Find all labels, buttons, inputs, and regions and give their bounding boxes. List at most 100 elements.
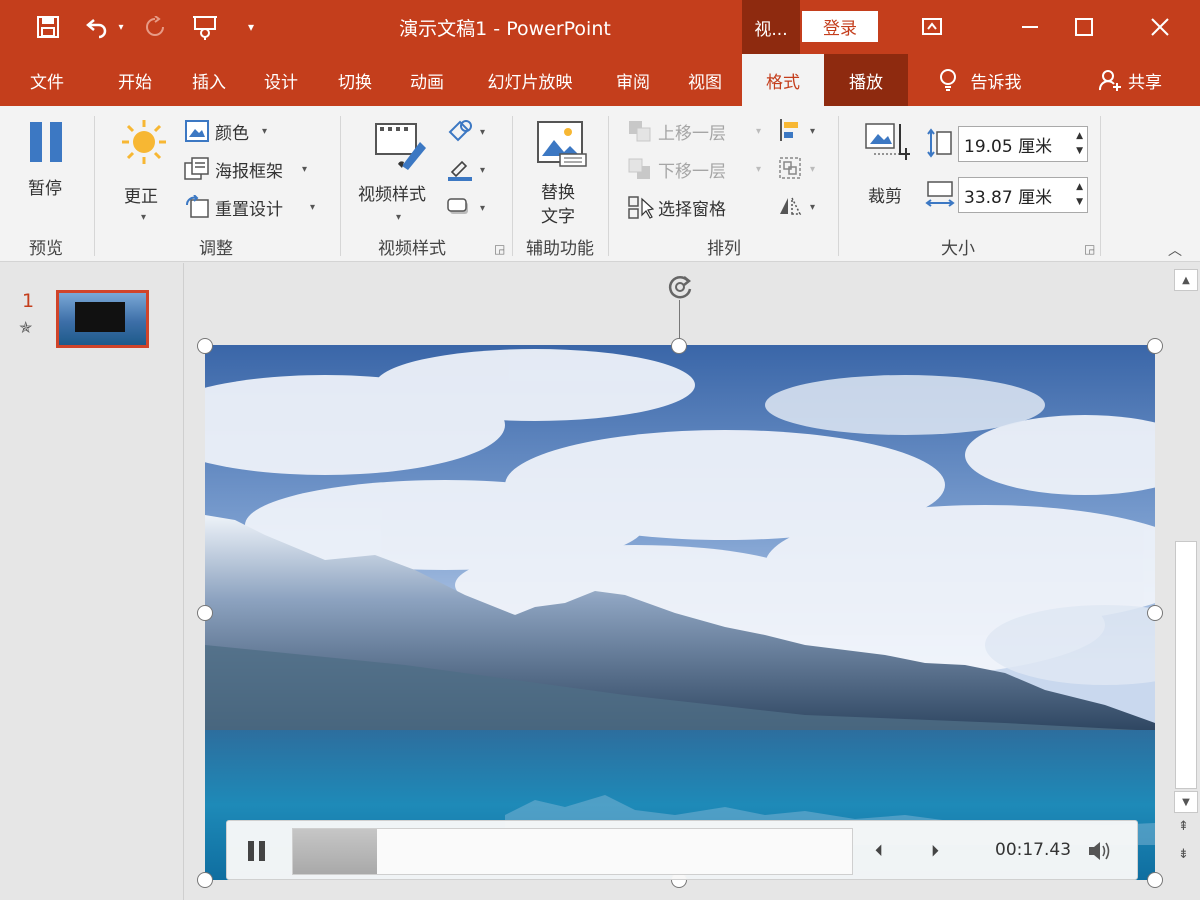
video-styles-dropdown-arrow: ▾	[396, 212, 402, 223]
video-shape-button[interactable]: ▾	[444, 118, 492, 146]
correct-button[interactable]: 更正 ▾	[116, 116, 172, 226]
resize-handle-left[interactable]	[197, 605, 213, 621]
video-tools-context-label: 视...	[742, 0, 800, 54]
previous-slide-icon[interactable]: ⇞	[1178, 819, 1189, 834]
video-object[interactable]	[205, 345, 1155, 880]
share-button[interactable]: 共享	[1080, 54, 1180, 106]
alt-text-label-line1: 替换	[541, 183, 575, 203]
maximize-icon	[1075, 18, 1093, 36]
tab-view[interactable]: 视图	[672, 54, 738, 106]
alt-text-button[interactable]: 替换 文字	[526, 118, 598, 228]
rotation-connector	[679, 300, 680, 342]
width-value: 33.87 厘米	[964, 187, 1053, 208]
next-slide-icon[interactable]: ⇟	[1178, 847, 1189, 862]
width-input[interactable]: 33.87 厘米 ▲ ▼	[958, 177, 1088, 213]
reset-design-button[interactable]: 重置设计 ▾	[182, 194, 327, 220]
align-icon	[780, 119, 798, 141]
login-button[interactable]: 登录	[802, 11, 878, 42]
media-player-bar: ⏴ ⏵ 00:17.43	[226, 820, 1138, 880]
height-spinner[interactable]: ▲ ▼	[1076, 129, 1083, 159]
slide-thumbnail[interactable]	[56, 290, 149, 348]
height-icon	[927, 128, 952, 158]
resize-handle-bottom-right[interactable]	[1147, 872, 1163, 888]
scrollbar-thumb[interactable]	[1175, 541, 1197, 789]
video-styles-label: 视频样式	[358, 185, 426, 205]
tab-slideshow[interactable]: 幻灯片放映	[470, 54, 590, 106]
scroll-down-button[interactable]: ▼	[1174, 791, 1198, 813]
resize-handle-top-right[interactable]	[1147, 338, 1163, 354]
selection-pane-icon	[628, 196, 654, 219]
width-icon	[925, 181, 955, 207]
reset-design-label: 重置设计	[215, 200, 283, 220]
resize-handle-top[interactable]	[671, 338, 687, 354]
playback-progress-fill	[293, 829, 377, 874]
resize-handle-right[interactable]	[1147, 605, 1163, 621]
tab-playback[interactable]: 播放	[824, 54, 908, 106]
collapse-ribbon-button[interactable]: ︿	[1168, 240, 1182, 260]
minimize-button[interactable]	[1010, 10, 1050, 44]
group-separator	[608, 116, 609, 256]
sun-icon	[122, 120, 166, 164]
tab-format[interactable]: 格式	[742, 54, 824, 106]
tab-design[interactable]: 设计	[248, 54, 314, 106]
tell-me-search[interactable]: 告诉我	[920, 54, 1040, 106]
maximize-button[interactable]	[1064, 10, 1104, 44]
playback-progress-bar[interactable]	[292, 828, 853, 875]
video-effects-button[interactable]: ▾	[444, 194, 492, 222]
rotate-objects-dropdown-arrow: ▾	[810, 202, 816, 213]
video-styles-gallery-button[interactable]: 视频样式 ▾	[352, 118, 444, 226]
step-forward-icon[interactable]: ⏵	[931, 841, 939, 861]
tab-home[interactable]: 开始	[102, 54, 168, 106]
tab-insert[interactable]: 插入	[176, 54, 242, 106]
player-pause-icon[interactable]	[245, 839, 269, 863]
selection-pane-label: 选择窗格	[658, 200, 726, 220]
video-frame-landscape	[205, 345, 1155, 880]
alt-text-icon	[537, 121, 587, 167]
poster-frame-label: 海报框架	[215, 162, 283, 182]
playback-timecode: 00:17.43	[995, 840, 1072, 860]
resize-handle-top-left[interactable]	[197, 338, 213, 354]
crop-label: 裁剪	[868, 187, 902, 207]
video-shape-dropdown-arrow: ▾	[480, 127, 486, 138]
video-styles-dialog-launcher[interactable]: ◲	[494, 242, 505, 256]
vertical-scrollbar[interactable]: ▲ ▼ ⇞ ⇟	[1173, 263, 1200, 900]
align-button[interactable]: ▾	[776, 118, 822, 144]
pause-label: 暂停	[28, 179, 62, 199]
video-border-button[interactable]: ▾	[444, 156, 492, 184]
minimize-icon	[1022, 26, 1038, 28]
rotate-objects-button[interactable]: ▾	[776, 194, 822, 220]
poster-frame-button[interactable]: 海报框架 ▾	[182, 156, 322, 182]
resize-handle-bottom-left[interactable]	[197, 872, 213, 888]
size-dialog-launcher[interactable]: ◲	[1084, 242, 1095, 256]
height-value: 19.05 厘米	[964, 136, 1053, 157]
crop-button[interactable]: 裁剪	[858, 118, 918, 218]
reset-design-dropdown-arrow: ▾	[310, 202, 316, 213]
selection-pane-button[interactable]: 选择窗格	[626, 194, 756, 220]
color-button[interactable]: 颜色 ▾	[182, 118, 282, 144]
volume-icon[interactable]	[1087, 840, 1113, 862]
send-backward-button: 下移一层 ▾	[626, 156, 766, 182]
bring-forward-icon	[629, 121, 651, 142]
tab-transitions[interactable]: 切换	[322, 54, 388, 106]
person-add-icon	[1098, 70, 1121, 91]
group-objects-dropdown-arrow: ▾	[810, 164, 816, 175]
title-bar: ▾ ▾ 演示文稿1 - PowerPoint 视... 登录	[0, 0, 1200, 54]
bring-forward-label: 上移一层	[658, 124, 726, 144]
rotate-handle-icon[interactable]	[664, 271, 696, 303]
group-objects-icon	[779, 157, 801, 179]
tab-review[interactable]: 审阅	[600, 54, 666, 106]
width-spinner[interactable]: ▲ ▼	[1076, 180, 1083, 210]
pause-button[interactable]: 暂停	[18, 116, 78, 206]
step-back-icon[interactable]: ⏴	[875, 841, 883, 861]
ribbon-display-options-button[interactable]	[912, 10, 952, 44]
tab-file[interactable]: 文件	[14, 54, 80, 106]
pen-border-icon	[448, 160, 472, 181]
tab-animations[interactable]: 动画	[394, 54, 460, 106]
ribbon: 暂停 预览 更正 ▾ 颜色 ▾ 海报框架 ▾ 重置设计 ▾ 调整 视频样式 ▾ …	[0, 106, 1200, 262]
color-label: 颜色	[215, 124, 249, 144]
scroll-up-button[interactable]: ▲	[1174, 269, 1198, 291]
height-input[interactable]: 19.05 厘米 ▲ ▼	[958, 126, 1088, 162]
group-label-video-styles: 视频样式	[378, 239, 446, 259]
group-label-preview: 预览	[29, 239, 63, 259]
close-button[interactable]	[1140, 10, 1180, 44]
